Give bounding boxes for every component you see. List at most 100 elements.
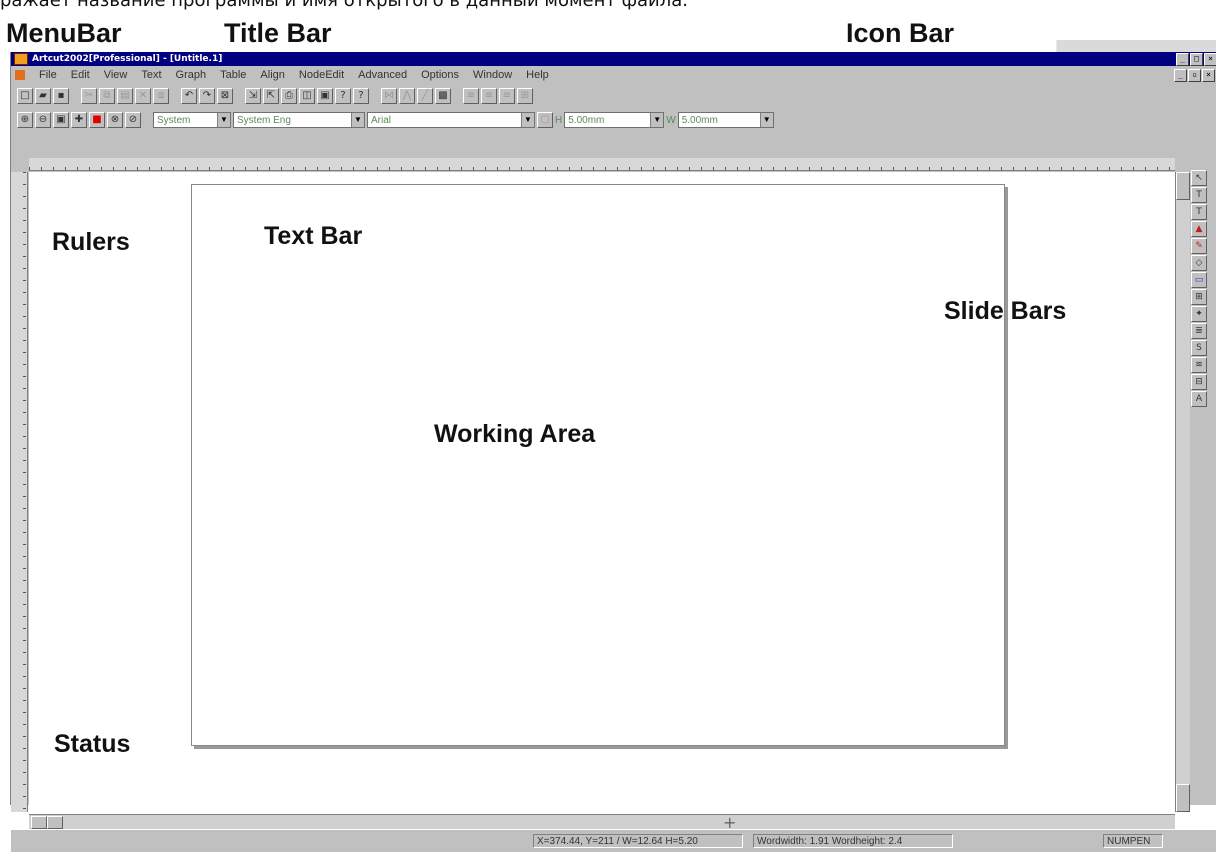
charset-select[interactable]: System ▼ (153, 112, 231, 128)
print-icon[interactable]: ⎙ (281, 88, 297, 104)
align-left-icon[interactable]: ≡ (463, 88, 479, 104)
menu-view[interactable]: View (104, 69, 128, 81)
working-area[interactable] (29, 172, 1177, 812)
width-input[interactable]: 5.00mm ▼ (677, 112, 774, 128)
doc-restore-button[interactable]: ▫ (1188, 69, 1201, 82)
cut-icon[interactable]: ✂ (81, 88, 97, 104)
width-value: 5.00mm (681, 114, 718, 126)
new-file-icon[interactable]: □ (17, 88, 33, 104)
menu-help[interactable]: Help (526, 69, 549, 81)
menu-graph[interactable]: Graph (176, 69, 207, 81)
scroll-thumb-horizontal[interactable] (47, 816, 63, 829)
status-coordinates: X=374.44, Y=211 / W=12.64 H=5.20 (533, 834, 743, 848)
status-wordsize: Wordwidth: 1.91 Wordheight: 2.4 (753, 834, 953, 848)
effects-tool-icon[interactable]: ✦ (1191, 306, 1207, 322)
annotation-text-bar: Text Bar (264, 222, 363, 250)
menu-edit[interactable]: Edit (71, 69, 90, 81)
zoom-out-icon[interactable]: ⊖ (35, 112, 51, 128)
menu-nodeedit[interactable]: NodeEdit (299, 69, 344, 81)
menu-text[interactable]: Text (141, 69, 161, 81)
close-doc-icon[interactable]: ⊠ (217, 88, 233, 104)
menu-align[interactable]: Align (260, 69, 284, 81)
save-icon[interactable]: ▪ (53, 88, 69, 104)
trim-icon[interactable]: ⋀ (399, 88, 415, 104)
chevron-down-icon: ▼ (217, 113, 230, 127)
export-icon[interactable]: ⇱ (263, 88, 279, 104)
menu-window[interactable]: Window (473, 69, 512, 81)
rectangle-tool-icon[interactable]: ▭ (1191, 272, 1207, 288)
context-help-icon[interactable]: ? (353, 88, 369, 104)
align-center-icon[interactable]: ≡ (481, 88, 497, 104)
annotation-working-area: Working Area (434, 420, 596, 448)
width-label: W (666, 114, 676, 126)
page-canvas[interactable] (191, 184, 1005, 746)
horizontal-scrollbar[interactable]: + (29, 813, 1175, 832)
doc-close-button[interactable]: × (1202, 69, 1215, 82)
scroll-down-button[interactable] (1176, 784, 1190, 812)
layers-tool-icon[interactable]: ≋ (1191, 357, 1207, 373)
align-right-icon[interactable]: ≡ (499, 88, 515, 104)
select-arrow-icon[interactable]: ↖ (1191, 170, 1207, 186)
page-caption-fragment: ражает название программы и имя открытог… (0, 0, 688, 11)
menu-table[interactable]: Table (220, 69, 246, 81)
redo-icon[interactable]: ↷ (199, 88, 215, 104)
paste-icon[interactable]: ▤ (117, 88, 133, 104)
minimize-button[interactable]: _ (1176, 53, 1189, 66)
status-mode: NUMPEN (1103, 834, 1163, 848)
align-tool-icon[interactable]: ≣ (1191, 323, 1207, 339)
copy-icon[interactable]: ⧉ (99, 88, 115, 104)
horizontal-ruler[interactable] (29, 158, 1175, 171)
icon-bar: □ ▰ ▪ ✂ ⧉ ▤ ✕ ⧈ ↶ ↷ ⊠ ⇲ ⇱ ⎙ ◫ ▣ ? ? ⋈ ⋀ … (17, 86, 533, 106)
vertical-ruler[interactable] (11, 172, 28, 812)
undo-icon[interactable]: ↶ (181, 88, 197, 104)
import-icon[interactable]: ⇲ (245, 88, 261, 104)
delete-icon[interactable]: ✕ (135, 88, 151, 104)
pan-icon[interactable]: ✚ (71, 112, 87, 128)
symbol-tool-icon[interactable]: S (1191, 340, 1207, 356)
distribute-icon[interactable]: ⊞ (517, 88, 533, 104)
fill-color-icon[interactable]: ■ (89, 112, 105, 128)
vertical-scrollbar[interactable] (1175, 172, 1190, 812)
menu-options[interactable]: Options (421, 69, 459, 81)
language-select[interactable]: System Eng ▼ (233, 112, 365, 128)
annotation-rulers: Rulers (52, 228, 130, 256)
font-tool-icon[interactable]: A (1191, 391, 1207, 407)
scroll-left-button[interactable] (31, 816, 47, 829)
close-button[interactable]: × (1204, 53, 1216, 66)
zoom-all-icon[interactable]: ⊘ (125, 112, 141, 128)
shape-tool-icon[interactable]: ▲ (1191, 221, 1207, 237)
duplicate-icon[interactable]: ⧈ (153, 88, 169, 104)
output-icon[interactable]: ▣ (317, 88, 333, 104)
weld-icon[interactable]: ⋈ (381, 88, 397, 104)
draw-tool-icon[interactable]: ✎ (1191, 238, 1207, 254)
doc-minimize-button[interactable]: _ (1174, 69, 1187, 82)
vertical-text-icon[interactable]: T (1191, 204, 1207, 220)
chevron-down-icon: ▼ (759, 113, 773, 127)
break-icon[interactable]: ╱ (417, 88, 433, 104)
image-icon[interactable]: ▩ (435, 88, 451, 104)
table-tool-icon[interactable]: ⊟ (1191, 374, 1207, 390)
height-value: 5.00mm (568, 114, 605, 126)
height-label: H (555, 114, 563, 126)
annotation-menubar: MenuBar (6, 18, 122, 48)
title-bar[interactable]: Artcut2002[Professional] - [Untitle.1] _… (11, 52, 1216, 66)
open-folder-icon[interactable]: ▰ (35, 88, 51, 104)
zoom-selection-icon[interactable]: ⊗ (107, 112, 123, 128)
maximize-button[interactable]: □ (1190, 53, 1203, 66)
text-tool-icon[interactable]: T (1191, 187, 1207, 203)
menu-advanced[interactable]: Advanced (358, 69, 407, 81)
preview-icon[interactable]: ◫ (299, 88, 315, 104)
font-select[interactable]: Arial ▼ (367, 112, 535, 128)
document-icon[interactable] (15, 70, 25, 80)
zoom-in-icon[interactable]: ⊕ (17, 112, 33, 128)
node-tool-icon[interactable]: ◇ (1191, 255, 1207, 271)
grid-tool-icon[interactable]: ⊞ (1191, 289, 1207, 305)
scroll-thumb[interactable] (1176, 172, 1190, 200)
zoom-page-icon[interactable]: ▣ (53, 112, 69, 128)
help-icon[interactable]: ? (335, 88, 351, 104)
lock-ratio-icon[interactable]: ▢ (537, 112, 553, 128)
language-value: System Eng (237, 114, 291, 126)
height-input[interactable]: 5.00mm ▼ (564, 112, 665, 128)
menu-file[interactable]: File (39, 69, 57, 81)
app-icon (14, 53, 28, 65)
